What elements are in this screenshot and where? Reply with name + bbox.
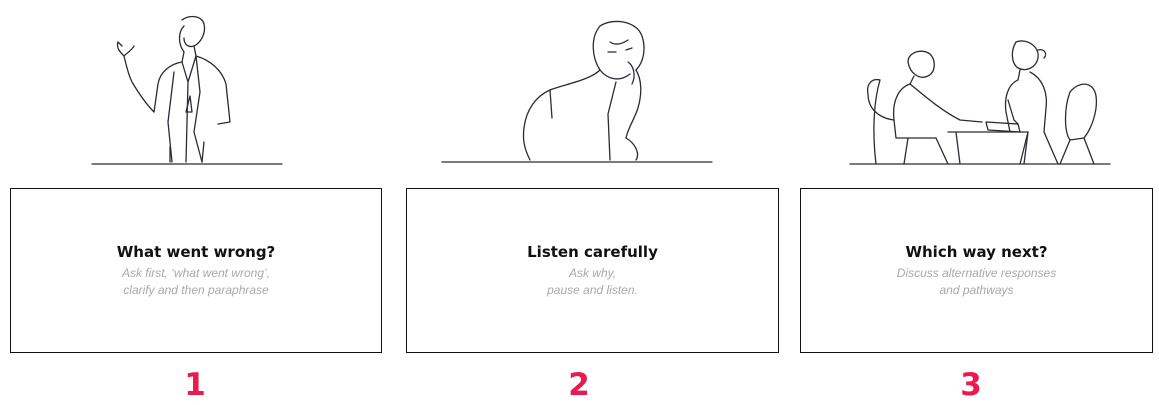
step-subtitle-line: Ask first, ‘what went wrong’, xyxy=(121,265,271,280)
step-card-3: Which way next? Discuss alternative resp… xyxy=(800,188,1153,353)
step-card-1: What went wrong? Ask first, ‘what went w… xyxy=(10,188,382,353)
step-subtitle-line: Discuss alternative responses xyxy=(896,265,1057,280)
step-title: What went wrong? xyxy=(116,242,276,261)
step-number-3: 3 xyxy=(960,367,982,403)
meeting-icon xyxy=(848,40,1113,168)
step-number-1: 1 xyxy=(184,367,206,403)
step-card-2: Listen carefully Ask why, pause and list… xyxy=(406,188,779,353)
step-number-2: 2 xyxy=(568,367,590,403)
step-title: Which way next? xyxy=(905,242,1048,261)
listener-icon xyxy=(440,18,715,166)
step-subtitle-line: and pathways xyxy=(939,282,1014,297)
step-title: Listen carefully xyxy=(527,242,658,261)
step-subtitle-line: Ask why, xyxy=(568,265,617,280)
step-subtitle-line: clarify and then paraphrase xyxy=(123,282,269,297)
presenter-icon xyxy=(90,12,285,167)
step-subtitle-line: pause and listen. xyxy=(547,282,638,297)
